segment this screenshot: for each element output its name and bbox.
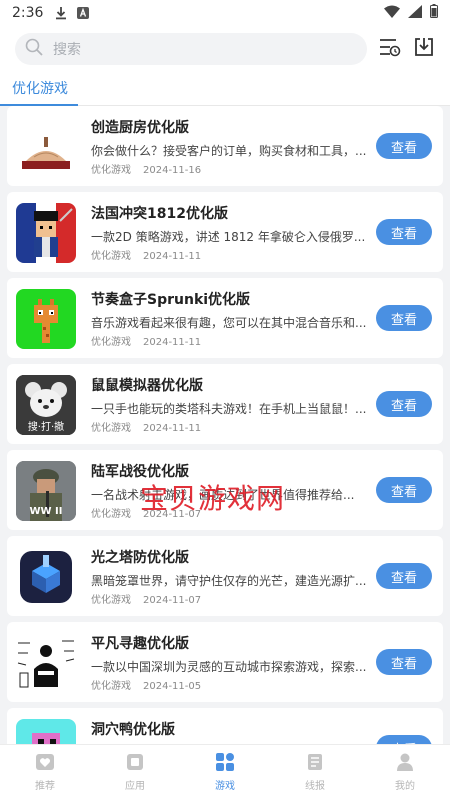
list-item[interactable]: 法国冲突1812优化版 一款2D 策略游戏，讲述 1812 年拿破仑入侵俄罗..… (7, 192, 443, 272)
game-meta: 优化游戏 2024-11-11 (91, 247, 201, 262)
list-item[interactable]: 平凡寻趣优化版 一款以中国深圳为灵感的互动城市探索游戏，探索... 优化游戏 20… (7, 622, 443, 702)
nav-item-profile[interactable]: 我的 (360, 745, 450, 800)
nav-label: 我的 (395, 781, 415, 792)
game-badge: WW II (29, 506, 63, 517)
app-icon (125, 753, 145, 774)
game-meta: 优化游戏 2024-11-07 (91, 591, 201, 606)
game-meta: 优化游戏 2024-11-11 (91, 333, 201, 348)
nav-item-apps[interactable]: 应用 (90, 745, 180, 800)
mouse-icon: 搜·打·撤 (16, 375, 76, 435)
game-desc: 一只手也能玩的类塔科夫游戏！在手机上当鼠鼠！... (91, 402, 367, 416)
app-a-icon (77, 7, 90, 19)
watermark: 宝贝游戏网 (140, 482, 286, 515)
nav-item-news[interactable]: 线报 (270, 745, 360, 800)
wifi-icon (384, 5, 400, 22)
soldier-icon (16, 203, 76, 263)
signal-icon (408, 4, 422, 22)
list-item[interactable]: 洞穴鸭优化版 查看 (7, 708, 443, 744)
game-desc: 一款以中国深圳为灵感的互动城市探索游戏，探索... (91, 660, 367, 674)
game-meta: 优化游戏 2024-11-05 (91, 677, 201, 692)
status-bar: 2:36 (0, 0, 450, 26)
game-title: 节奏盒子Sprunki优化版 (91, 292, 251, 308)
view-button[interactable]: 查看 (376, 735, 432, 744)
view-button[interactable]: 查看 (376, 305, 432, 331)
game-title: 洞穴鸭优化版 (91, 722, 175, 738)
game-category: 优化游戏 (91, 251, 131, 262)
list-item[interactable]: 光之塔防优化版 黑暗笼罩世界，请守护住仅存的光芒，建造光源扩... 优化游戏 20… (7, 536, 443, 616)
nav-label: 应用 (125, 781, 145, 792)
city-icon (16, 633, 76, 693)
kitchen-icon (16, 117, 76, 177)
list-item[interactable]: 搜·打·撤 鼠鼠模拟器优化版 一只手也能玩的类塔科夫游戏！在手机上当鼠鼠！...… (7, 364, 443, 444)
game-category: 优化游戏 (91, 595, 131, 606)
game-title: 平凡寻趣优化版 (91, 636, 189, 652)
view-button[interactable]: 查看 (376, 477, 432, 503)
nav-item-recommend[interactable]: 推荐 (0, 745, 90, 800)
game-date: 2024-11-07 (143, 595, 202, 606)
nav-label: 推荐 (35, 781, 55, 792)
game-title: 法国冲突1812优化版 (91, 206, 228, 222)
user-icon (395, 753, 415, 774)
heart-icon (35, 753, 55, 774)
view-button[interactable]: 查看 (376, 133, 432, 159)
game-title: 创造厨房优化版 (91, 120, 189, 136)
bottom-nav: 推荐 应用 游戏 线报 我的 (0, 744, 450, 800)
game-category: 优化游戏 (91, 681, 131, 692)
nav-label: 游戏 (215, 781, 235, 792)
game-desc: 一款2D 策略游戏，讲述 1812 年拿破仑入侵俄罗... (91, 230, 366, 244)
duck-icon (16, 719, 76, 744)
grid-icon (215, 753, 235, 774)
view-button[interactable]: 查看 (376, 563, 432, 589)
game-desc: 音乐游戏看起来很有趣，您可以在其中混合音乐和... (91, 316, 367, 330)
game-date: 2024-11-11 (143, 337, 202, 348)
tab-bar: 优化游戏 (0, 72, 450, 106)
ww2-icon: WW II (16, 461, 76, 521)
search-placeholder: 搜索 (53, 42, 81, 58)
game-date: 2024-11-11 (143, 423, 202, 434)
giraffe-icon (16, 289, 76, 349)
news-icon (305, 753, 325, 774)
nav-item-games[interactable]: 游戏 (180, 745, 270, 800)
search-input[interactable]: 搜索 (15, 33, 367, 65)
game-category: 优化游戏 (91, 423, 131, 434)
game-date: 2024-11-05 (143, 681, 202, 692)
view-button[interactable]: 查看 (376, 219, 432, 245)
game-desc: 黑暗笼罩世界，请守护住仅存的光芒，建造光源扩... (91, 574, 367, 588)
search-row: 搜索 (0, 26, 450, 72)
game-badge: 搜·打·撤 (27, 422, 65, 433)
game-list[interactable]: 创造厨房优化版 你会做什么？接受客户的订单，购买食材和工具，... 优化游戏 20… (0, 106, 450, 744)
battery-icon (430, 4, 438, 22)
game-title: 鼠鼠模拟器优化版 (91, 378, 203, 394)
view-button[interactable]: 查看 (376, 649, 432, 675)
game-date: 2024-11-16 (143, 165, 202, 176)
status-time: 2:36 (12, 5, 44, 21)
tab-optimized-games[interactable]: 优化游戏 (12, 78, 68, 98)
list-item[interactable]: 节奏盒子Sprunki优化版 音乐游戏看起来很有趣，您可以在其中混合音乐和...… (7, 278, 443, 358)
game-title: 光之塔防优化版 (91, 550, 189, 566)
tower-icon (16, 547, 76, 607)
nav-label: 线报 (305, 781, 325, 792)
history-filter-icon[interactable] (379, 37, 401, 61)
download-icon (55, 6, 67, 20)
search-icon (25, 38, 43, 60)
list-item[interactable]: 创造厨房优化版 你会做什么？接受客户的订单，购买食材和工具，... 优化游戏 20… (7, 106, 443, 186)
game-meta: 优化游戏 2024-11-11 (91, 419, 201, 434)
game-category: 优化游戏 (91, 337, 131, 348)
game-date: 2024-11-11 (143, 251, 202, 262)
game-category: 优化游戏 (91, 509, 131, 520)
game-desc: 你会做什么？接受客户的订单，购买食材和工具，... (91, 144, 367, 158)
game-category: 优化游戏 (91, 165, 131, 176)
game-meta: 优化游戏 2024-11-16 (91, 161, 201, 176)
download-manager-icon[interactable] (413, 36, 435, 62)
view-button[interactable]: 查看 (376, 391, 432, 417)
